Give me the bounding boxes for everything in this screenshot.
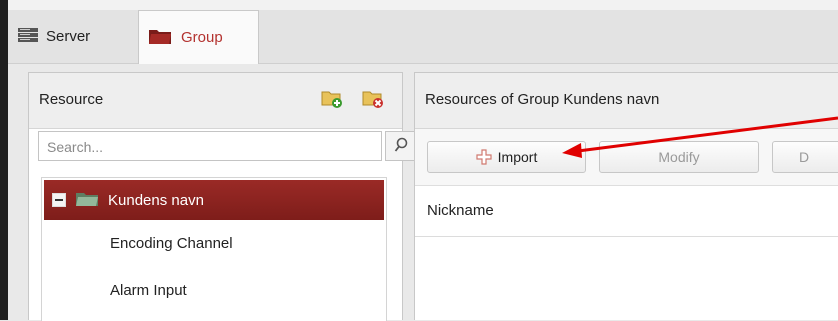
delete-button[interactable]: D — [772, 141, 838, 173]
resource-tree: Kundens navn Encoding Channel Alarm Inpu… — [41, 177, 387, 321]
tab-group-label: Group — [181, 29, 223, 46]
modify-button[interactable]: Modify — [599, 141, 759, 173]
top-strip — [8, 0, 838, 10]
column-nickname[interactable]: Nickname — [427, 202, 494, 219]
resource-panel-title: Resource — [39, 91, 104, 108]
import-button[interactable]: Import — [427, 141, 586, 173]
delete-button-label: D — [799, 149, 810, 165]
tree-item-encoding-channel[interactable]: Encoding Channel — [110, 235, 233, 252]
tree-root-label: Kundens navn — [108, 191, 204, 209]
search-box — [38, 131, 382, 162]
tab-bar: Server Group — [8, 10, 838, 64]
tab-server[interactable]: Server — [18, 10, 138, 63]
resource-panel-header: Resource — [29, 73, 402, 129]
search-input[interactable] — [39, 132, 349, 162]
window-left-border — [0, 0, 8, 320]
import-button-label: Import — [497, 149, 538, 165]
modify-button-label: Modify — [658, 149, 700, 165]
group-panel-title: Resources of Group Kundens navn — [425, 91, 660, 108]
tab-group[interactable]: Group — [138, 10, 259, 64]
server-icon — [18, 28, 38, 45]
resource-panel: Resource Search... Kundens navn Encoding… — [28, 72, 417, 321]
delete-group-icon[interactable] — [362, 89, 384, 109]
group-resources-panel: Resources of Group Kundens navn Import M… — [414, 72, 838, 320]
folder-icon — [76, 192, 98, 209]
tree-node-root[interactable]: Kundens navn — [44, 180, 384, 220]
collapse-toggle-icon[interactable] — [52, 193, 66, 207]
add-group-icon[interactable] — [321, 89, 343, 109]
table-header: Nickname — [415, 186, 838, 237]
tree-item-alarm-input[interactable]: Alarm Input — [110, 282, 187, 299]
tab-server-label: Server — [46, 28, 91, 45]
plus-icon — [476, 149, 492, 165]
group-folder-icon — [149, 28, 171, 47]
group-panel-header: Resources of Group Kundens navn — [415, 73, 838, 129]
toolbar: Import Modify D — [415, 129, 838, 186]
search-button[interactable] — [385, 131, 417, 161]
search-icon — [394, 137, 408, 156]
